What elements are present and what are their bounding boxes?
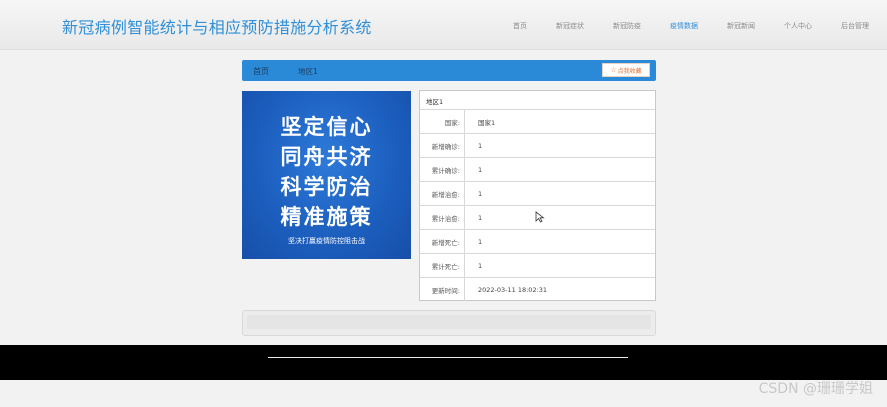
nav-home[interactable]: 首页 xyxy=(513,21,527,31)
campaign-poster: 坚定信心 同舟共济 科学防治 精准施策 坚决打赢疫情防控阻击战 xyxy=(242,91,411,259)
row-label: 更新时间: xyxy=(420,278,465,301)
table-row: 国家: 国家1 xyxy=(420,109,655,133)
site-title: 新冠病例智能统计与相应预防措施分析系统 xyxy=(62,18,372,37)
row-value: 2022-03-11 18:02:31 xyxy=(478,285,548,294)
watermark: CSDN @珊珊学姐 xyxy=(758,381,873,397)
row-value: 1 xyxy=(478,141,483,150)
row-label: 新增死亡: xyxy=(420,230,465,253)
row-value: 1 xyxy=(478,165,483,174)
table-row: 累计确诊: 1 xyxy=(420,157,655,181)
mouse-pointer-icon xyxy=(535,211,545,223)
comments-panel xyxy=(242,310,656,336)
row-label: 累计死亡: xyxy=(420,254,465,277)
footer-divider xyxy=(268,357,628,358)
favorite-button[interactable]: ☆ 点我收藏 xyxy=(602,63,650,77)
nav-prevention[interactable]: 新冠防疫 xyxy=(613,21,641,31)
table-row: 更新时间: 2022-03-11 18:02:31 xyxy=(420,277,655,301)
header: 新冠病例智能统计与相应预防措施分析系统 首页 新冠症状 新冠防疫 疫情数据 新冠… xyxy=(0,0,887,50)
breadcrumb-current: 地区1 xyxy=(298,67,318,76)
row-value: 1 xyxy=(478,237,483,246)
nav-epidemic-data[interactable]: 疫情数据 xyxy=(670,21,698,31)
poster-line-4: 精准施策 xyxy=(280,205,373,229)
region-title: 地区1 xyxy=(426,98,444,106)
nav-news[interactable]: 新冠新闻 xyxy=(727,21,755,31)
breadcrumb: 首页 地区1 ☆ 点我收藏 xyxy=(242,60,656,81)
row-value: 1 xyxy=(478,261,483,270)
row-value: 1 xyxy=(478,213,483,222)
row-label: 新增确诊: xyxy=(420,134,465,157)
row-label: 累计治愈: xyxy=(420,206,465,229)
nav-admin[interactable]: 后台管理 xyxy=(841,21,869,31)
main-nav: 首页 新冠症状 新冠防疫 疫情数据 新冠新闻 个人中心 后台管理 xyxy=(484,21,869,31)
row-label: 新增治愈: xyxy=(420,182,465,205)
nav-symptoms[interactable]: 新冠症状 xyxy=(556,21,584,31)
poster-line-2: 同舟共济 xyxy=(280,145,373,169)
nav-personal-center[interactable]: 个人中心 xyxy=(784,21,812,31)
row-label: 国家: xyxy=(420,110,465,133)
table-row: 新增治愈: 1 xyxy=(420,181,655,205)
poster-subtitle: 坚决打赢疫情防控阻击战 xyxy=(288,237,365,245)
row-label: 累计确诊: xyxy=(420,158,465,181)
poster-line-3: 科学防治 xyxy=(280,175,373,199)
star-icon: ☆ xyxy=(610,66,617,74)
table-row: 新增死亡: 1 xyxy=(420,229,655,253)
table-row: 累计死亡: 1 xyxy=(420,253,655,277)
region-info-table: 地区1 国家: 国家1 新增确诊: 1 累计确诊: 1 新增治愈: 1 累计治愈… xyxy=(419,90,656,301)
poster-line-1: 坚定信心 xyxy=(280,115,373,139)
table-row: 新增确诊: 1 xyxy=(420,133,655,157)
row-value: 国家1 xyxy=(478,118,496,127)
footer xyxy=(0,345,887,380)
comments-panel-inner xyxy=(247,315,651,329)
favorite-label: 点我收藏 xyxy=(617,67,642,75)
row-value: 1 xyxy=(478,189,483,198)
breadcrumb-home[interactable]: 首页 xyxy=(253,66,269,77)
